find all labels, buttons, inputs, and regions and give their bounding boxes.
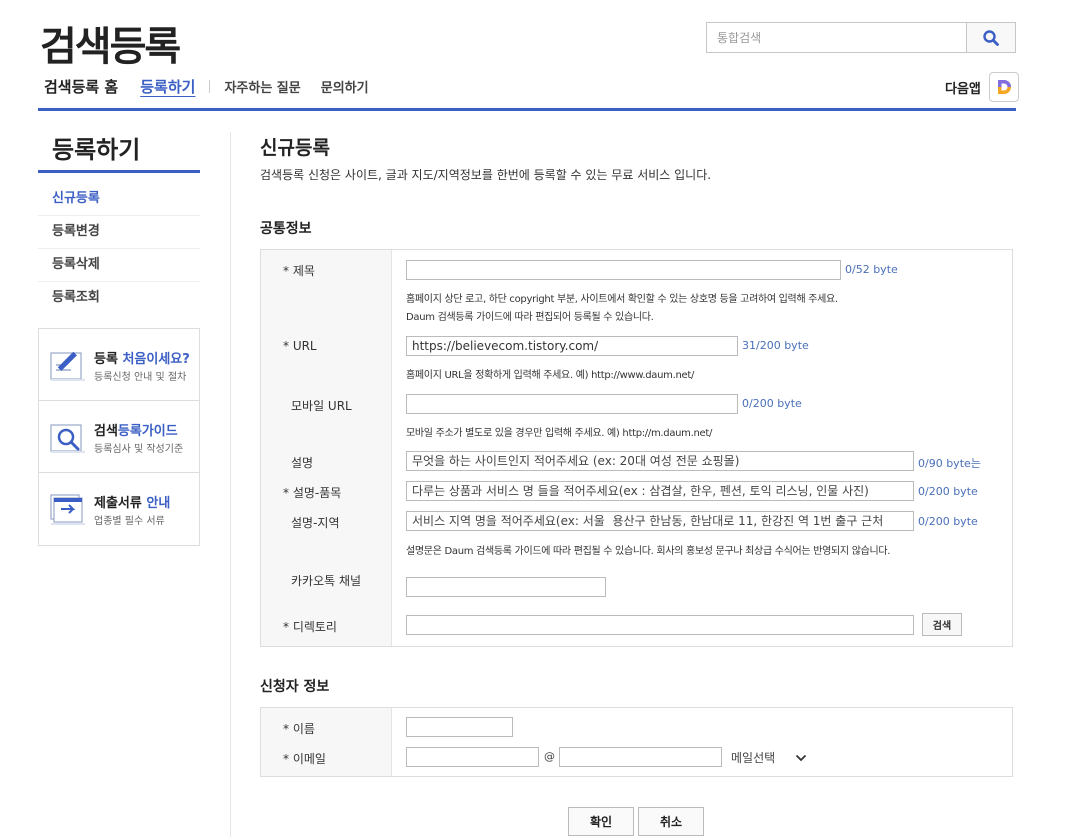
name-input[interactable] bbox=[406, 717, 513, 737]
region-input[interactable] bbox=[406, 511, 914, 531]
daum-app-link[interactable]: 다음앱 bbox=[945, 72, 1019, 102]
sidebar-title-underline bbox=[38, 170, 200, 173]
email-id-input[interactable] bbox=[406, 747, 539, 767]
sidebar-banners: 등록 처음이세요? 등록신청 안내 및 절차 검색등록가이드 등록심사 및 작성… bbox=[38, 328, 200, 546]
applicant-info-title: 신청자 정보 bbox=[260, 679, 330, 695]
applicant-info-form: * 이름 * 이메일 @ 메일선택 bbox=[260, 707, 1013, 777]
nav-faq[interactable]: 자주하는 질문 bbox=[224, 77, 300, 96]
banner-first-time-sub: 등록신청 안내 및 절차 bbox=[94, 372, 187, 383]
sidebar-item-delete[interactable]: 등록삭제 bbox=[38, 249, 200, 282]
items-label: * 설명-품목 bbox=[283, 486, 342, 500]
mobile-url-byte-count: 0/200 byte bbox=[742, 397, 802, 410]
region-label: 설명-지역 bbox=[291, 516, 340, 530]
banner-documents-title: 제출서류 안내 bbox=[94, 492, 170, 511]
page-title: 신규등록 bbox=[260, 137, 330, 159]
description-label: 설명 bbox=[291, 456, 314, 470]
banner-title-part: 제출서류 bbox=[94, 496, 147, 511]
email-domain-select[interactable]: 메일선택 bbox=[731, 749, 807, 766]
site-logo[interactable]: 검색등록 bbox=[40, 14, 181, 72]
banner-guide-title: 검색등록가이드 bbox=[94, 420, 178, 439]
url-help: 홈페이지 URL을 정확하게 입력해 주세요. 예) http://www.da… bbox=[406, 370, 695, 381]
banner-guide-sub: 등록심사 및 작성기준 bbox=[94, 444, 184, 455]
url-byte-count: 31/200 byte bbox=[742, 339, 809, 352]
search-button[interactable] bbox=[966, 23, 1015, 52]
mobile-url-help: 모바일 주소가 별도로 있을 경우만 입력해 주세요. 예) http://m.… bbox=[406, 428, 713, 439]
banner-documents-sub: 업종별 필수 서류 bbox=[94, 516, 165, 527]
title-byte-count: 0/52 byte bbox=[845, 263, 898, 276]
form-actions: 확인 취소 bbox=[568, 807, 704, 836]
items-byte-count: 0/200 byte bbox=[918, 485, 978, 498]
banner-title-highlight: 등록가이드 bbox=[117, 424, 178, 439]
title-help-1: 홈페이지 상단 로고, 하단 copyright 부분, 사이트에서 확인할 수… bbox=[406, 294, 838, 305]
mobile-url-label: 모바일 URL bbox=[291, 399, 352, 413]
banner-title-highlight: 안내 bbox=[146, 496, 171, 511]
directory-input[interactable] bbox=[406, 615, 914, 635]
title-help-2: Daum 검색등록 가이드에 따라 편집되어 등록될 수 있습니다. bbox=[406, 312, 654, 323]
email-label: * 이메일 bbox=[283, 752, 326, 766]
magnifier-doc-icon bbox=[50, 424, 85, 453]
email-domain-input[interactable] bbox=[559, 747, 722, 767]
confirm-button[interactable]: 확인 bbox=[568, 807, 634, 836]
directory-label: * 디렉토리 bbox=[283, 620, 337, 634]
description-byte-count: 0/90 byte는 bbox=[918, 457, 981, 470]
region-byte-count: 0/200 byte bbox=[918, 515, 978, 528]
banner-title-part: 검색 bbox=[94, 424, 118, 439]
global-nav: 검색등록 홈 등록하기 자주하는 질문 문의하기 bbox=[44, 76, 389, 97]
search-icon bbox=[983, 29, 999, 46]
common-info-form: * 제목 0/52 byte 홈페이지 상단 로고, 하단 copyright … bbox=[260, 249, 1013, 647]
header-divider bbox=[38, 108, 1016, 111]
nav-divider bbox=[209, 80, 211, 93]
banner-first-time[interactable]: 등록 처음이세요? 등록신청 안내 및 절차 bbox=[39, 329, 199, 401]
sidebar-item-change[interactable]: 등록변경 bbox=[38, 216, 200, 249]
content-divider bbox=[230, 132, 231, 837]
mobile-url-input[interactable] bbox=[406, 394, 738, 414]
daum-app-icon bbox=[988, 72, 1019, 102]
title-input[interactable] bbox=[406, 260, 841, 280]
items-input[interactable] bbox=[406, 481, 914, 501]
chevron-down-icon bbox=[796, 754, 807, 761]
daum-app-label: 다음앱 bbox=[945, 81, 981, 97]
sidebar-menu: 신규등록 등록변경 등록삭제 등록조회 bbox=[38, 183, 200, 315]
banner-title-highlight: 처음이세요? bbox=[122, 352, 190, 367]
name-label: * 이름 bbox=[283, 722, 315, 736]
sidebar-item-lookup[interactable]: 등록조회 bbox=[38, 282, 200, 315]
url-input[interactable] bbox=[406, 336, 738, 356]
pencil-doc-icon bbox=[50, 351, 85, 381]
directory-search-button[interactable]: 검색 bbox=[922, 613, 962, 636]
email-select-label: 메일선택 bbox=[731, 751, 776, 765]
title-label: * 제목 bbox=[283, 264, 315, 278]
search-input[interactable] bbox=[707, 23, 967, 52]
email-at-sign: @ bbox=[544, 750, 555, 763]
kakao-channel-label: 카카오톡 채널 bbox=[291, 574, 362, 588]
description-help: 설명문은 Daum 검색등록 가이드에 따라 편집될 수 있습니다. 회사의 홍… bbox=[406, 546, 891, 557]
banner-title-part: 등록 bbox=[94, 352, 123, 367]
cancel-button[interactable]: 취소 bbox=[638, 807, 704, 836]
description-input[interactable] bbox=[406, 451, 914, 471]
common-info-title: 공통정보 bbox=[260, 221, 312, 237]
kakao-channel-input[interactable] bbox=[406, 577, 606, 597]
label-column bbox=[261, 708, 392, 776]
banner-guide[interactable]: 검색등록가이드 등록심사 및 작성기준 bbox=[39, 401, 199, 473]
banner-first-time-title: 등록 처음이세요? bbox=[94, 348, 190, 367]
nav-contact[interactable]: 문의하기 bbox=[321, 77, 369, 96]
search-box bbox=[706, 22, 1016, 53]
page-description: 검색등록 신청은 사이트, 글과 지도/지역정보를 한번에 등록할 수 있는 무… bbox=[260, 168, 712, 182]
sidebar-title: 등록하기 bbox=[52, 136, 141, 164]
banner-documents[interactable]: 제출서류 안내 업종별 필수 서류 bbox=[39, 473, 199, 545]
sidebar-item-new[interactable]: 신규등록 bbox=[38, 183, 200, 216]
document-arrow-icon bbox=[50, 494, 85, 525]
nav-home[interactable]: 검색등록 홈 bbox=[44, 76, 118, 97]
url-label: * URL bbox=[283, 339, 317, 353]
nav-register[interactable]: 등록하기 bbox=[140, 76, 195, 97]
